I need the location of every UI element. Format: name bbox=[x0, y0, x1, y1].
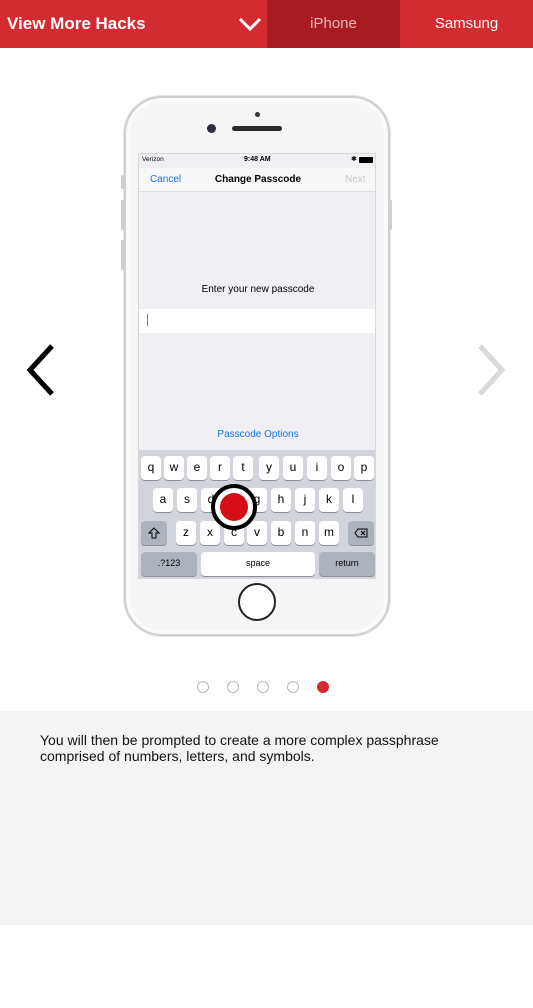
key-o[interactable]: o bbox=[331, 456, 351, 480]
key-t[interactable]: t bbox=[233, 456, 253, 480]
status-bar: Verizon 9:48 AM ✱ bbox=[139, 154, 375, 166]
phone-volume-up bbox=[121, 200, 124, 230]
key-l[interactable]: l bbox=[343, 488, 363, 512]
key-i[interactable]: i bbox=[307, 456, 327, 480]
key-q[interactable]: q bbox=[141, 456, 161, 480]
chevron-left-icon[interactable] bbox=[22, 340, 62, 400]
numbers-key[interactable]: .?123 bbox=[141, 552, 197, 576]
page-title: Change Passcode bbox=[214, 174, 302, 185]
key-x[interactable]: x bbox=[200, 521, 220, 545]
passcode-input[interactable] bbox=[139, 309, 375, 333]
slide-dot-5[interactable] bbox=[317, 681, 329, 693]
view-more-hacks-title[interactable]: View More Hacks bbox=[7, 0, 146, 48]
key-r[interactable]: r bbox=[210, 456, 230, 480]
key-p[interactable]: p bbox=[354, 456, 374, 480]
front-camera bbox=[207, 124, 216, 133]
slide-dot-1[interactable] bbox=[197, 681, 209, 693]
slide-dot-4[interactable] bbox=[287, 681, 299, 693]
key-m[interactable]: m bbox=[319, 521, 339, 545]
return-key[interactable]: return bbox=[319, 552, 375, 576]
key-y[interactable]: y bbox=[259, 456, 279, 480]
key-s[interactable]: s bbox=[177, 488, 197, 512]
text-cursor bbox=[147, 314, 148, 326]
key-n[interactable]: n bbox=[295, 521, 315, 545]
slide-caption: You will then be prompted to create a mo… bbox=[40, 732, 439, 764]
passcode-prompt: Enter your new passcode bbox=[201, 284, 315, 295]
tap-indicator bbox=[211, 484, 257, 530]
caption-panel: You will then be prompted to create a mo… bbox=[0, 711, 533, 925]
key-j[interactable]: j bbox=[295, 488, 315, 512]
phone-volume-down bbox=[121, 240, 124, 270]
phone-screen: Verizon 9:48 AM ✱ Cancel Change Passcode… bbox=[138, 153, 376, 579]
battery-icon bbox=[359, 157, 373, 163]
delete-key[interactable] bbox=[348, 521, 374, 545]
passcode-options-link[interactable]: Passcode Options bbox=[139, 429, 375, 440]
tab-iphone[interactable]: iPhone bbox=[267, 0, 400, 48]
key-b[interactable]: b bbox=[271, 521, 291, 545]
key-e[interactable]: e bbox=[187, 456, 207, 480]
shift-key[interactable] bbox=[141, 521, 167, 545]
keyboard: q w e r t y u i o p a s d f g h j k l z … bbox=[139, 450, 375, 578]
tab-samsung[interactable]: Samsung bbox=[400, 0, 533, 48]
phone-sensor bbox=[255, 112, 260, 117]
key-a[interactable]: a bbox=[153, 488, 173, 512]
record-dot-icon bbox=[220, 493, 248, 521]
key-u[interactable]: u bbox=[283, 456, 303, 480]
status-time: 9:48 AM bbox=[244, 156, 271, 163]
top-header: View More Hacks iPhone Samsung bbox=[0, 0, 533, 48]
shift-icon bbox=[147, 527, 161, 539]
backspace-icon bbox=[354, 528, 368, 538]
home-button bbox=[238, 583, 276, 621]
key-k[interactable]: k bbox=[319, 488, 339, 512]
phone-mute-switch bbox=[121, 175, 124, 189]
bluetooth-icon: ✱ bbox=[351, 156, 357, 163]
key-h[interactable]: h bbox=[271, 488, 291, 512]
phone-speaker bbox=[232, 126, 282, 131]
chevron-down-icon[interactable] bbox=[236, 12, 264, 36]
key-w[interactable]: w bbox=[164, 456, 184, 480]
phone-power-button bbox=[389, 200, 392, 230]
slide-dot-3[interactable] bbox=[257, 681, 269, 693]
key-z[interactable]: z bbox=[176, 521, 196, 545]
key-v[interactable]: v bbox=[247, 521, 267, 545]
slide-dot-2[interactable] bbox=[227, 681, 239, 693]
nav-bar: Cancel Change Passcode Next bbox=[139, 168, 375, 192]
next-button[interactable]: Next bbox=[345, 174, 366, 185]
chevron-right-icon[interactable] bbox=[470, 340, 510, 400]
carrier-label: Verizon bbox=[142, 156, 164, 163]
space-key[interactable]: space bbox=[201, 552, 315, 576]
